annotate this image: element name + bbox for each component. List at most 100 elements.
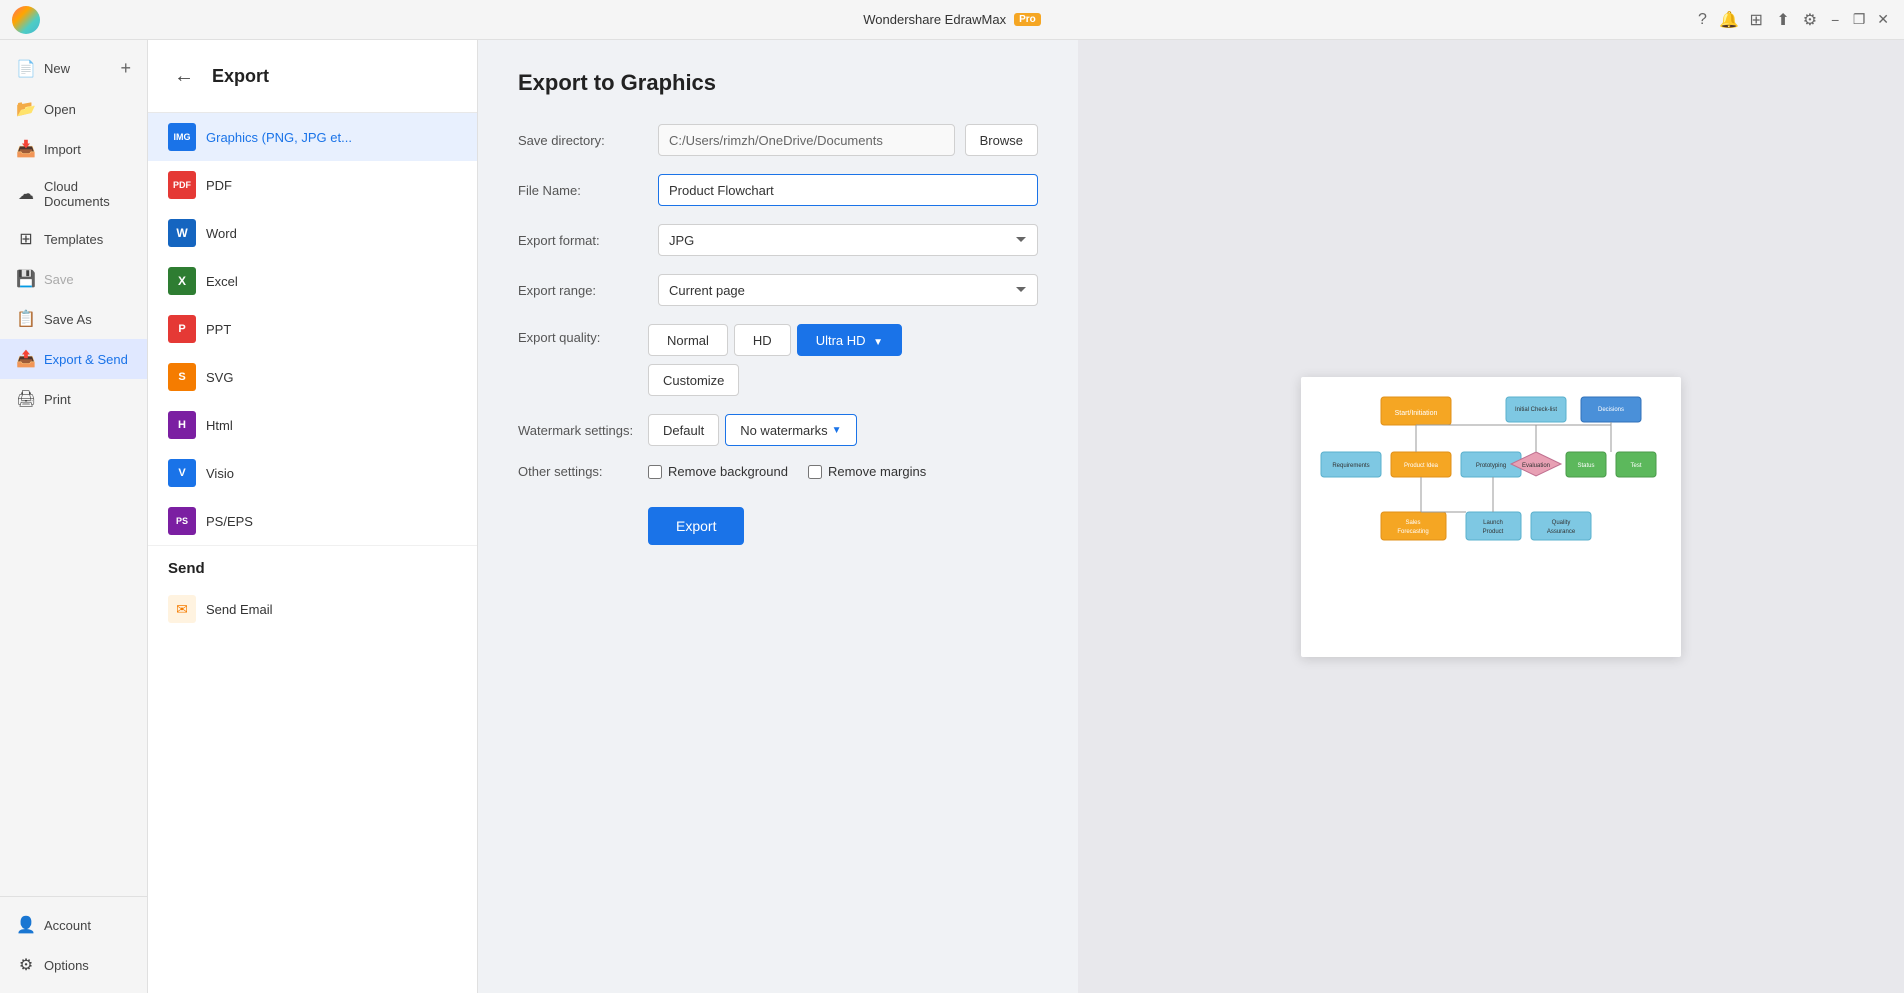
titlebar: Wondershare EdrawMax Pro ? 🔔 ⊞ ⬆ ⚙ − ❐ ✕ — [0, 0, 1904, 40]
export-visio-item[interactable]: V Visio — [148, 449, 477, 497]
sidebar-item-account[interactable]: 👤 Account — [0, 905, 147, 945]
remove-margins-label[interactable]: Remove margins — [808, 464, 926, 479]
sidebar-item-print[interactable]: 🖨 Print — [0, 379, 147, 419]
cloud-icon: ☁ — [16, 184, 36, 204]
sidebar-new-label: New — [44, 61, 70, 76]
word-icon: W — [168, 219, 196, 247]
settings-btn[interactable]: ⚙ — [1799, 6, 1820, 34]
sidebar-item-options[interactable]: ⚙ Options — [0, 945, 147, 985]
file-name-input[interactable] — [658, 174, 1038, 206]
options-icon: ⚙ — [16, 955, 36, 975]
sidebar-narrow: 📄 New + 📂 Open 📥 Import ☁ Cloud Document… — [0, 40, 148, 993]
remove-margins-checkbox[interactable] — [808, 465, 822, 479]
export-pdf-item[interactable]: PDF PDF — [148, 161, 477, 209]
send-email-item[interactable]: ✉ Send Email — [148, 585, 477, 633]
svg-text:Prototyping: Prototyping — [1476, 463, 1506, 469]
export-ps-item[interactable]: PS PS/EPS — [148, 497, 477, 545]
sidebar-print-label: Print — [44, 392, 71, 407]
sidebar-account-label: Account — [44, 918, 91, 933]
remove-margins-text: Remove margins — [828, 464, 926, 479]
export-form-container: Export to Graphics Save directory: Brows… — [478, 40, 1904, 993]
remove-background-label[interactable]: Remove background — [648, 464, 788, 479]
app-title: Wondershare EdrawMax — [863, 12, 1006, 27]
export-range-label: Export range: — [518, 283, 648, 298]
sidebar-templates-label: Templates — [44, 232, 103, 247]
share-btn[interactable]: ⬆ — [1773, 6, 1794, 34]
quality-hd-btn[interactable]: HD — [734, 324, 791, 356]
export-quality-row: Export quality: Normal HD Ultra HD ▼ Cus… — [518, 324, 1038, 396]
export-form-title: Export to Graphics — [518, 70, 1038, 96]
export-excel-item[interactable]: X Excel — [148, 257, 477, 305]
file-name-label: File Name: — [518, 183, 648, 198]
other-settings-row: Other settings: Remove background Remove… — [518, 464, 1038, 479]
sidebar-item-save: 💾 Save — [0, 259, 147, 299]
sidebar-save-label: Save — [44, 272, 74, 287]
sidebar-item-export[interactable]: 📤 Export & Send — [0, 339, 147, 379]
export-format-select[interactable]: JPG PNG BMP SVG TIFF — [658, 224, 1038, 256]
main-content: Export to Graphics Save directory: Brows… — [478, 40, 1904, 993]
sidebar-item-open[interactable]: 📂 Open — [0, 89, 147, 129]
preview-card: Start/Initiation Initial Check-list Deci… — [1301, 377, 1681, 657]
svg-text:Initial Check-list: Initial Check-list — [1515, 407, 1557, 413]
export-button[interactable]: Export — [648, 507, 744, 545]
export-graphics-item[interactable]: IMG Graphics (PNG, JPG et... — [148, 113, 477, 161]
watermark-buttons: Default No watermarks ▼ — [648, 414, 857, 446]
export-html-item[interactable]: H Html — [148, 401, 477, 449]
export-svg-label: SVG — [206, 370, 233, 385]
svg-text:Product: Product — [1483, 529, 1504, 535]
export-visio-label: Visio — [206, 466, 234, 481]
new-icon: 📄 — [16, 59, 36, 79]
watermark-none-btn[interactable]: No watermarks ▼ — [725, 414, 856, 446]
svg-text:Assurance: Assurance — [1547, 529, 1576, 535]
export-svg-item[interactable]: S SVG — [148, 353, 477, 401]
templates-icon: ⊞ — [16, 229, 36, 249]
help-btn[interactable]: ? — [1692, 6, 1713, 34]
sidebar-options-label: Options — [44, 958, 89, 973]
export-range-select[interactable]: Current page All pages Selected pages — [658, 274, 1038, 306]
export-word-item[interactable]: W Word — [148, 209, 477, 257]
browse-button[interactable]: Browse — [965, 124, 1038, 156]
export-panel: ← Export IMG Graphics (PNG, JPG et... PD… — [148, 40, 478, 993]
back-container: ← Export — [148, 40, 477, 113]
sidebar-import-label: Import — [44, 142, 81, 157]
sidebar-cloud-label: Cloud Documents — [44, 179, 131, 209]
svg-text:Quality: Quality — [1552, 520, 1571, 526]
export-panel-title: Export — [212, 66, 269, 87]
customize-btn[interactable]: Customize — [648, 364, 739, 396]
open-icon: 📂 — [16, 99, 36, 119]
pro-badge: Pro — [1014, 13, 1041, 26]
user-avatar — [12, 6, 40, 34]
svg-text:Product Idea: Product Idea — [1404, 463, 1439, 469]
back-button[interactable]: ← — [164, 56, 204, 96]
sidebar-open-label: Open — [44, 102, 76, 117]
export-pdf-label: PDF — [206, 178, 232, 193]
sidebar-item-saveas[interactable]: 📋 Save As — [0, 299, 147, 339]
sidebar-item-new[interactable]: 📄 New + — [0, 48, 147, 89]
sidebar-item-import[interactable]: 📥 Import — [0, 129, 147, 169]
export-ppt-item[interactable]: P PPT — [148, 305, 477, 353]
ppt-icon: P — [168, 315, 196, 343]
titlebar-center: Wondershare EdrawMax Pro — [863, 12, 1041, 27]
save-icon: 💾 — [16, 269, 36, 289]
notification-btn[interactable]: 🔔 — [1719, 6, 1740, 34]
new-plus-icon[interactable]: + — [120, 58, 131, 79]
restore-btn[interactable]: ❐ — [1850, 8, 1868, 32]
export-quality-label: Export quality: — [518, 324, 648, 345]
save-directory-input[interactable] — [658, 124, 955, 156]
svg-text:Sales: Sales — [1405, 520, 1420, 526]
quality-normal-btn[interactable]: Normal — [648, 324, 728, 356]
send-section-header: Send — [148, 545, 477, 585]
main-layout: 📄 New + 📂 Open 📥 Import ☁ Cloud Document… — [0, 40, 1904, 993]
svg-text:Launch: Launch — [1483, 520, 1503, 526]
sidebar-item-cloud[interactable]: ☁ Cloud Documents — [0, 169, 147, 219]
close-btn[interactable]: ✕ — [1874, 8, 1892, 32]
community-btn[interactable]: ⊞ — [1746, 6, 1767, 34]
quality-ultrahd-btn[interactable]: Ultra HD ▼ — [797, 324, 902, 356]
pdf-icon: PDF — [168, 171, 196, 199]
sidebar-item-templates[interactable]: ⊞ Templates — [0, 219, 147, 259]
svg-text:Decisions: Decisions — [1598, 407, 1624, 413]
watermark-default-btn[interactable]: Default — [648, 414, 719, 446]
remove-background-checkbox[interactable] — [648, 465, 662, 479]
minimize-btn[interactable]: − — [1826, 8, 1844, 32]
export-excel-label: Excel — [206, 274, 238, 289]
